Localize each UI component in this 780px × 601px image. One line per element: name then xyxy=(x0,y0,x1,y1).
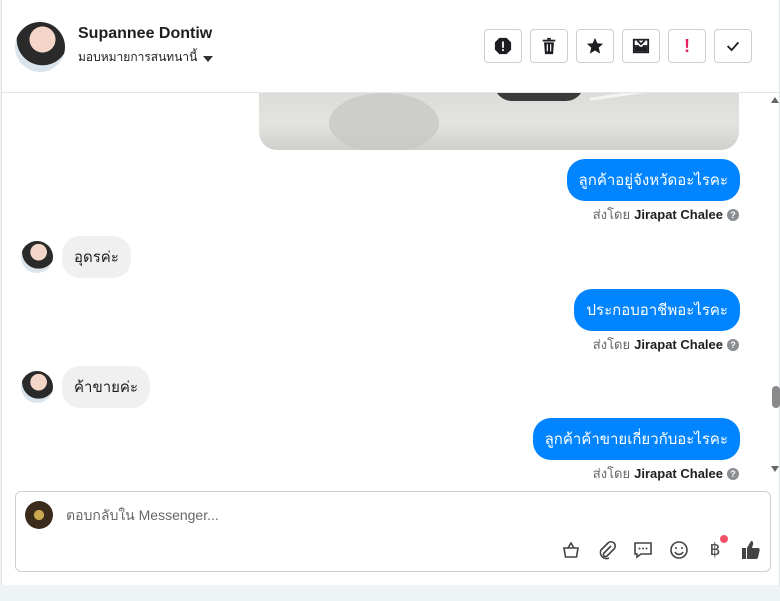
basket-icon xyxy=(563,541,579,558)
page-avatar xyxy=(25,501,53,529)
emoji-button[interactable] xyxy=(668,539,690,561)
message-bubble-outgoing[interactable]: ประกอบอาชีพอะไรคะ xyxy=(574,289,740,331)
sent-by-label: ส่งโดย Jirapat Chalee ? xyxy=(593,463,739,484)
sender-name[interactable]: Jirapat Chalee xyxy=(634,337,723,352)
reply-composer: ฿ xyxy=(15,491,771,572)
composer-toolbar: ฿ xyxy=(560,535,762,561)
trash-icon xyxy=(542,37,556,55)
payment-button[interactable]: ฿ xyxy=(704,535,728,561)
contact-name[interactable]: Supannee Dontiw xyxy=(78,25,212,43)
help-icon[interactable]: ? xyxy=(727,338,739,351)
saved-reply-icon xyxy=(634,542,652,559)
message-thread[interactable]: ลูกค้าอยู่จังหวัดอะไรคะ ส่งโดย Jirapat C… xyxy=(2,93,779,485)
sender-name[interactable]: Jirapat Chalee xyxy=(634,207,723,222)
scroll-up-arrow[interactable] xyxy=(771,97,779,103)
mark-unread-button[interactable] xyxy=(622,29,660,63)
notification-dot xyxy=(720,535,728,543)
contact-avatar-small[interactable] xyxy=(21,241,53,273)
message-bubble-incoming[interactable]: อุดรค่ะ xyxy=(62,236,131,278)
products-button[interactable] xyxy=(560,539,582,561)
spam-icon xyxy=(494,37,512,55)
scroll-down-arrow[interactable] xyxy=(771,466,779,472)
done-button[interactable] xyxy=(714,29,752,63)
like-button[interactable] xyxy=(740,539,762,561)
thumbs-up-icon xyxy=(742,541,760,559)
sender-name[interactable]: Jirapat Chalee xyxy=(634,466,723,481)
conversation-header: Supannee Dontiw มอบหมายการสนทนานี้ ! xyxy=(2,0,779,93)
help-icon[interactable]: ? xyxy=(727,467,739,480)
important-icon: ! xyxy=(684,35,690,56)
message-bubble-incoming[interactable]: ค้าขายค่ะ xyxy=(62,366,151,408)
mark-unread-icon xyxy=(632,38,650,54)
assign-conversation-dropdown[interactable]: มอบหมายการสนทนานี้ xyxy=(78,48,214,67)
saved-replies-button[interactable] xyxy=(632,539,654,561)
header-toolbar: ! xyxy=(484,29,752,63)
message-bubble-outgoing[interactable]: ลูกค้าอยู่จังหวัดอะไรคะ xyxy=(566,159,740,201)
chevron-down-icon xyxy=(203,55,214,62)
assign-label: มอบหมายการสนทนานี้ xyxy=(78,50,198,64)
image-attachment[interactable] xyxy=(259,93,739,150)
spam-button[interactable] xyxy=(484,29,522,63)
sent-by-label: ส่งโดย Jirapat Chalee ? xyxy=(593,334,739,355)
contact-avatar[interactable] xyxy=(15,22,65,72)
conversation-panel: Supannee Dontiw มอบหมายการสนทนานี้ ! ลูก… xyxy=(1,0,780,585)
check-icon xyxy=(726,41,740,52)
reply-input[interactable] xyxy=(64,506,748,524)
attach-icon xyxy=(599,540,617,560)
emoji-icon xyxy=(670,541,688,559)
message-bubble-outgoing[interactable]: ลูกค้าค้าขายเกี่ยวกับอะไรคะ xyxy=(532,418,740,460)
contact-avatar-small[interactable] xyxy=(21,371,53,403)
star-button[interactable] xyxy=(576,29,614,63)
star-icon xyxy=(586,37,604,54)
scrollbar-thumb[interactable] xyxy=(772,386,780,408)
sent-by-label: ส่งโดย Jirapat Chalee ? xyxy=(593,204,739,225)
attach-button[interactable] xyxy=(596,539,618,561)
important-button[interactable]: ! xyxy=(668,29,706,63)
delete-button[interactable] xyxy=(530,29,568,63)
baht-icon: ฿ xyxy=(709,540,721,560)
help-icon[interactable]: ? xyxy=(727,208,739,221)
